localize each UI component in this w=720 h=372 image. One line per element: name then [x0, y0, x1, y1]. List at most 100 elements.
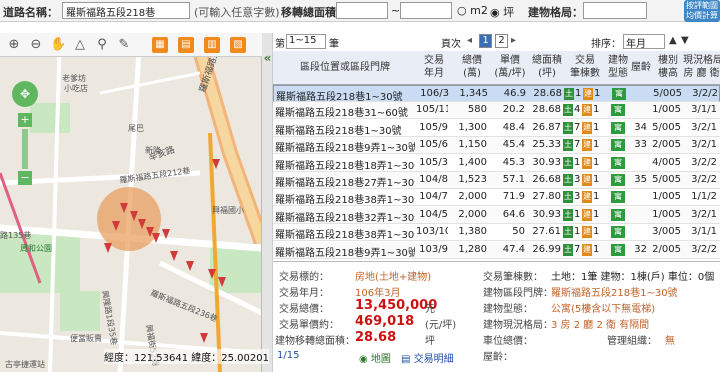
- area-min-input[interactable]: [336, 2, 388, 19]
- cell-total: 2,000: [458, 208, 487, 220]
- detail-type-key: 建物型態：: [483, 304, 533, 315]
- col-layout[interactable]: 現況格局房 廳 衛: [683, 54, 720, 80]
- page-2-button[interactable]: 2: [495, 34, 508, 48]
- table-row[interactable]: 羅斯福路五段218巷18弄1~30號 105/3 1,400 45.3 30.93 土 1 建…: [273, 155, 720, 172]
- detail-ym-value: 106年3月: [355, 288, 401, 299]
- cell-unit: 45.4: [502, 139, 525, 151]
- zoom-in-button[interactable]: +: [18, 113, 32, 127]
- cell-unit: 71.9: [502, 191, 525, 203]
- detail-door-key: 建物區段門牌：: [483, 288, 553, 299]
- zoom-in-icon[interactable]: ⊕: [6, 37, 22, 53]
- cell-total: 1,523: [458, 174, 487, 185]
- cell-total: 1,345: [459, 88, 488, 99]
- unit-m2-label: m2: [470, 4, 488, 17]
- apartment-badge: 寓: [611, 121, 625, 134]
- cell-building-count: 1: [593, 174, 600, 185]
- next-page-icon[interactable]: ▸: [511, 35, 516, 46]
- road-name-input[interactable]: 羅斯福路五段218巷: [62, 2, 190, 19]
- detail-unit-key: 交易單價約：: [279, 320, 339, 331]
- clear-icon[interactable]: ✎: [116, 37, 132, 53]
- zoom-out-icon[interactable]: ⊖: [28, 37, 44, 53]
- layer-land-icon[interactable]: ▤: [178, 37, 194, 53]
- zoom-slider[interactable]: [22, 129, 28, 169]
- col-transactions[interactable]: 交易 筆棟數: [565, 54, 605, 80]
- col-address[interactable]: 區段位置或區段門牌: [275, 61, 415, 74]
- pager-prefix: 第: [275, 39, 285, 50]
- panel-collapse-toggle[interactable]: «: [262, 33, 273, 372]
- sort-desc-icon[interactable]: ▼: [681, 35, 689, 46]
- detail-total-key: 交易總價：: [279, 304, 329, 315]
- detail-link-label: 交易明細: [413, 354, 454, 365]
- cell-land-count: 3: [574, 174, 581, 185]
- detail-count-key: 交易筆棟數：: [483, 272, 543, 283]
- unit-m2-radio[interactable]: ○ m2: [457, 4, 488, 17]
- col-floor[interactable]: 樓別 樓高: [653, 54, 683, 80]
- hand-pan-icon[interactable]: ✋: [50, 37, 66, 53]
- pan-control[interactable]: ✥: [12, 81, 38, 107]
- svg-text:尾巴: 尾巴: [128, 124, 144, 133]
- cell-address: 羅斯福路五段218巷31~60號: [275, 108, 408, 120]
- prev-page-icon[interactable]: ◂: [467, 35, 472, 46]
- cell-address: 羅斯福路五段218巷1~30號: [275, 125, 402, 137]
- layout-input[interactable]: [583, 2, 647, 19]
- col-age[interactable]: 屋齡: [630, 61, 652, 74]
- detail-area-unit: 坪: [425, 336, 435, 347]
- sort-asc-icon[interactable]: ▲: [669, 35, 677, 46]
- results-table: 羅斯福路五段218巷1~30號 106/3 1,345 46.9 28.68 土 1 建 1 寓 5…: [273, 85, 720, 259]
- table-row[interactable]: 羅斯福路五段218巷27弄1~30號 104/8 1,523 57.1 26.68 土 3 建…: [273, 172, 720, 189]
- detail-unit-value: 469,018: [355, 314, 415, 329]
- layer-rent-icon[interactable]: ▧: [230, 37, 246, 53]
- table-row[interactable]: 羅斯福路五段218巷1~30號 106/3 1,345 46.9 28.68 土 1 建 1 寓 5…: [273, 85, 720, 103]
- table-row[interactable]: 羅斯福路五段218巷38弄1~30號 104/7 2,000 71.9 27.80 土 3 建…: [273, 189, 720, 207]
- detail-index: 1/15: [277, 350, 300, 361]
- col-floor-l2: 樓高: [658, 68, 678, 79]
- cell-area: 27.61: [532, 226, 561, 238]
- cell-unit: 47.4: [502, 243, 525, 255]
- detail-target-value: 房地(土地+建物): [355, 272, 432, 283]
- col-trans-l2: 筆棟數: [570, 68, 600, 79]
- map-link[interactable]: ◉ 地圖: [359, 350, 391, 365]
- cell-total: 1,400: [458, 156, 487, 168]
- apartment-badge: 寓: [611, 104, 625, 117]
- map-view[interactable]: 老爹坊 小吃店 尾巴 羅斯福路五段 羅斯福路五段212巷 辛亥路 興福國小 路13…: [0, 33, 262, 372]
- detail-area-value: 28.68: [355, 330, 397, 345]
- table-row[interactable]: 羅斯福路五段218巷31~60號 105/11 580 20.2 28.68 土 4 建 1 寓 1…: [273, 102, 720, 120]
- cell-total: 2,000: [458, 191, 487, 203]
- cell-address: 羅斯福路五段218巷9弄1~30號: [275, 143, 415, 155]
- zoom-out-button[interactable]: −: [18, 171, 32, 185]
- cell-layout: 3/2/1: [691, 208, 717, 220]
- building-badge: 建: [582, 191, 592, 204]
- cell-building-count: 1: [594, 88, 601, 99]
- calc-average-button[interactable]: 按評範圍均價計算: [684, 0, 720, 22]
- table-row[interactable]: 羅斯福路五段218巷9弄1~30號 105/6 1,150 45.4 25.33 土 7 建 1…: [273, 137, 720, 155]
- table-row[interactable]: 羅斯福路五段218巷32弄1~30號 104/5 2,000 64.6 30.93 土 1 建…: [273, 206, 720, 224]
- table-row[interactable]: 羅斯福路五段218巷38弄1~30號 103/10 1,380 50 27.61 土 1 建 1…: [273, 224, 720, 242]
- land-badge: 土: [563, 104, 573, 117]
- col-area[interactable]: 總面積 (坪): [529, 54, 565, 80]
- col-total[interactable]: 總價 (萬): [453, 54, 491, 80]
- measure-distance-icon[interactable]: △: [72, 37, 88, 53]
- record-range-select[interactable]: 1~15: [286, 34, 326, 49]
- road-label: 道路名稱：: [3, 6, 58, 19]
- col-yearmonth[interactable]: 交易 年月: [416, 54, 452, 80]
- map-link-label: 地圖: [370, 354, 391, 365]
- layer-parking-icon[interactable]: ▥: [204, 37, 220, 53]
- cell-area: 26.68: [532, 174, 561, 185]
- col-building-type[interactable]: 建物 型態: [607, 54, 629, 80]
- page-1-button[interactable]: 1: [479, 34, 492, 48]
- detail-link[interactable]: ▤ 交易明細: [401, 350, 454, 365]
- area-max-input[interactable]: [400, 2, 452, 19]
- measure-area-icon[interactable]: ⚲: [94, 37, 110, 53]
- detail-area-key: 建物移轉總面積：: [275, 336, 355, 347]
- layer-building-icon[interactable]: ▦: [152, 37, 168, 53]
- sort-select[interactable]: 年月: [623, 34, 665, 50]
- table-row[interactable]: 羅斯福路五段218巷1~30號 105/9 1,300 48.4 26.87 土 7 建 1 寓 3…: [273, 120, 720, 137]
- pager-suffix: 筆: [329, 39, 339, 50]
- unit-ping-radio[interactable]: ◉ 坪: [490, 4, 514, 20]
- col-area-l1: 總面積: [532, 55, 562, 66]
- col-unit[interactable]: 單價 (萬/坪): [491, 54, 529, 80]
- search-toolbar: 道路名稱： 羅斯福路五段218巷 (可輸入任意字數) 移轉總面積： ~ ○ m2…: [0, 0, 720, 22]
- table-row[interactable]: 羅斯福路五段218巷9弄1~30號 103/9 1,280 47.4 26.99 土 7 建 1…: [273, 241, 720, 259]
- cell-land-count: 1: [574, 156, 581, 168]
- col-total-l2: (萬): [463, 68, 481, 79]
